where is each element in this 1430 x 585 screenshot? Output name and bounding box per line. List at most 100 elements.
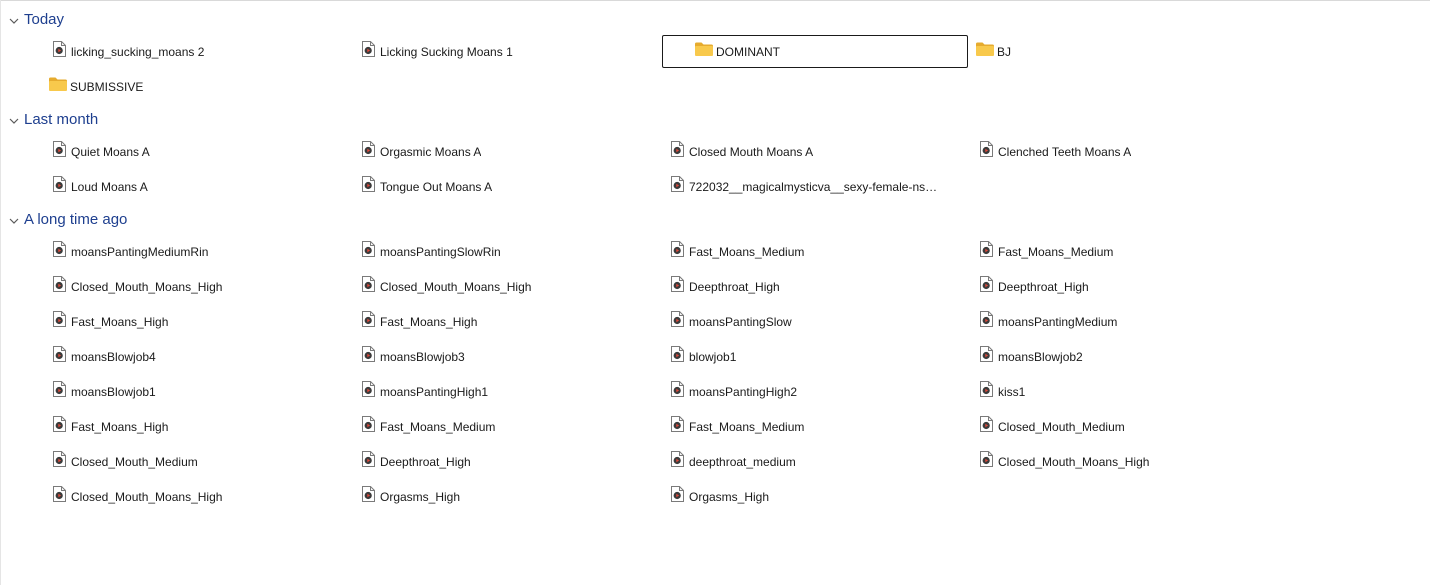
file-item[interactable]: Licking Sucking Moans 1 [353, 35, 659, 68]
file-item[interactable]: Closed_Mouth_Moans_High [971, 445, 1277, 478]
item-label: moansPantingSlowRin [380, 244, 501, 259]
media-file-icon [979, 451, 993, 472]
group-header[interactable]: Last month [8, 110, 98, 130]
folder-item[interactable]: BJ [971, 35, 1277, 68]
file-item[interactable]: Orgasms_High [353, 480, 659, 513]
file-item[interactable]: Loud Moans A [44, 170, 350, 203]
media-file-icon [52, 276, 66, 297]
media-file-icon [52, 486, 66, 507]
media-file-icon [979, 241, 993, 262]
file-item[interactable]: Fast_Moans_Medium [662, 235, 968, 268]
item-label: moansPantingSlow [689, 314, 792, 329]
media-file-icon [361, 176, 375, 197]
file-item[interactable]: moansBlowjob2 [971, 340, 1277, 373]
file-item[interactable]: blowjob1 [662, 340, 968, 373]
item-label: licking_sucking_moans 2 [71, 44, 205, 59]
media-file-icon [52, 311, 66, 332]
file-item[interactable]: Fast_Moans_Medium [662, 410, 968, 443]
file-item[interactable]: Deepthroat_High [662, 270, 968, 303]
group-header[interactable]: A long time ago [8, 210, 127, 230]
media-file-icon [361, 241, 375, 262]
media-file-icon [361, 276, 375, 297]
group-header[interactable]: Today [8, 10, 64, 30]
file-item[interactable]: Fast_Moans_High [44, 305, 350, 338]
item-label: Deepthroat_High [998, 279, 1089, 294]
file-item[interactable]: moansPantingMediumRin [44, 235, 350, 268]
item-label: SUBMISSIVE [70, 79, 144, 94]
item-label: Orgasms_High [689, 489, 770, 504]
item-label: moansBlowjob2 [998, 349, 1083, 364]
item-label: Fast_Moans_High [380, 314, 478, 329]
file-item[interactable]: moansBlowjob4 [44, 340, 350, 373]
file-item[interactable]: moansPantingSlowRin [353, 235, 659, 268]
item-label: Clenched Teeth Moans A [998, 144, 1132, 159]
media-file-icon [361, 381, 375, 402]
media-file-icon [670, 241, 684, 262]
item-label: kiss1 [998, 384, 1026, 399]
item-label: Closed_Mouth_Moans_High [998, 454, 1150, 469]
media-file-icon [670, 141, 684, 162]
file-item[interactable]: Closed_Mouth_Medium [971, 410, 1277, 443]
item-label: blowjob1 [689, 349, 737, 364]
file-item[interactable]: moansPantingHigh1 [353, 375, 659, 408]
item-label: Licking Sucking Moans 1 [380, 44, 513, 59]
file-item[interactable]: Closed Mouth Moans A [662, 135, 968, 168]
file-item[interactable]: Clenched Teeth Moans A [971, 135, 1277, 168]
item-label: Loud Moans A [71, 179, 148, 194]
file-item[interactable]: licking_sucking_moans 2 [44, 35, 350, 68]
media-file-icon [670, 381, 684, 402]
item-label: moansPantingHigh1 [380, 384, 489, 399]
item-label: moansBlowjob1 [71, 384, 156, 399]
folder-icon [694, 41, 714, 62]
item-label: Closed_Mouth_Moans_High [71, 279, 223, 294]
media-file-icon [670, 346, 684, 367]
media-file-icon [361, 346, 375, 367]
item-label: DOMINANT [716, 44, 780, 59]
media-file-icon [361, 41, 375, 62]
media-file-icon [361, 311, 375, 332]
file-item[interactable]: Fast_Moans_High [353, 305, 659, 338]
file-item[interactable]: Orgasmic Moans A [353, 135, 659, 168]
file-item[interactable]: Fast_Moans_Medium [971, 235, 1277, 268]
file-item[interactable]: Closed_Mouth_Moans_High [353, 270, 659, 303]
file-item[interactable]: moansPantingMedium [971, 305, 1277, 338]
folder-item[interactable]: DOMINANT [662, 35, 968, 68]
media-file-icon [979, 276, 993, 297]
file-item[interactable]: kiss1 [971, 375, 1277, 408]
file-item[interactable]: Closed_Mouth_Moans_High [44, 270, 350, 303]
media-file-icon [979, 141, 993, 162]
file-item[interactable]: 722032__magicalmysticva__sexy-female-nsf… [662, 170, 968, 203]
item-label: moansPantingMedium [998, 314, 1118, 329]
item-label: Orgasmic Moans A [380, 144, 482, 159]
media-file-icon [979, 311, 993, 332]
media-file-icon [979, 346, 993, 367]
media-file-icon [52, 346, 66, 367]
media-file-icon [979, 381, 993, 402]
media-file-icon [52, 451, 66, 472]
file-item[interactable]: Tongue Out Moans A [353, 170, 659, 203]
file-item[interactable]: Deepthroat_High [971, 270, 1277, 303]
file-item[interactable]: deepthroat_medium [662, 445, 968, 478]
file-item[interactable]: Deepthroat_High [353, 445, 659, 478]
file-item[interactable]: Fast_Moans_High [44, 410, 350, 443]
file-item[interactable]: Fast_Moans_Medium [353, 410, 659, 443]
file-item[interactable]: Orgasms_High [662, 480, 968, 513]
item-label: Fast_Moans_Medium [689, 244, 805, 259]
file-item[interactable]: moansPantingHigh2 [662, 375, 968, 408]
media-file-icon [52, 176, 66, 197]
file-item[interactable]: Quiet Moans A [44, 135, 350, 168]
window-top-border [0, 0, 1430, 1]
item-label: Closed_Mouth_Medium [998, 419, 1125, 434]
file-item[interactable]: Closed_Mouth_Medium [44, 445, 350, 478]
file-item[interactable]: moansBlowjob3 [353, 340, 659, 373]
media-file-icon [52, 41, 66, 62]
file-item[interactable]: moansPantingSlow [662, 305, 968, 338]
chevron-down-icon [8, 114, 20, 126]
file-item[interactable]: Closed_Mouth_Moans_High [44, 480, 350, 513]
item-label: Deepthroat_High [689, 279, 780, 294]
chevron-down-icon [8, 214, 20, 226]
media-file-icon [52, 416, 66, 437]
file-item[interactable]: moansBlowjob1 [44, 375, 350, 408]
folder-item[interactable]: SUBMISSIVE [44, 70, 350, 103]
item-label: Closed_Mouth_Moans_High [71, 489, 223, 504]
